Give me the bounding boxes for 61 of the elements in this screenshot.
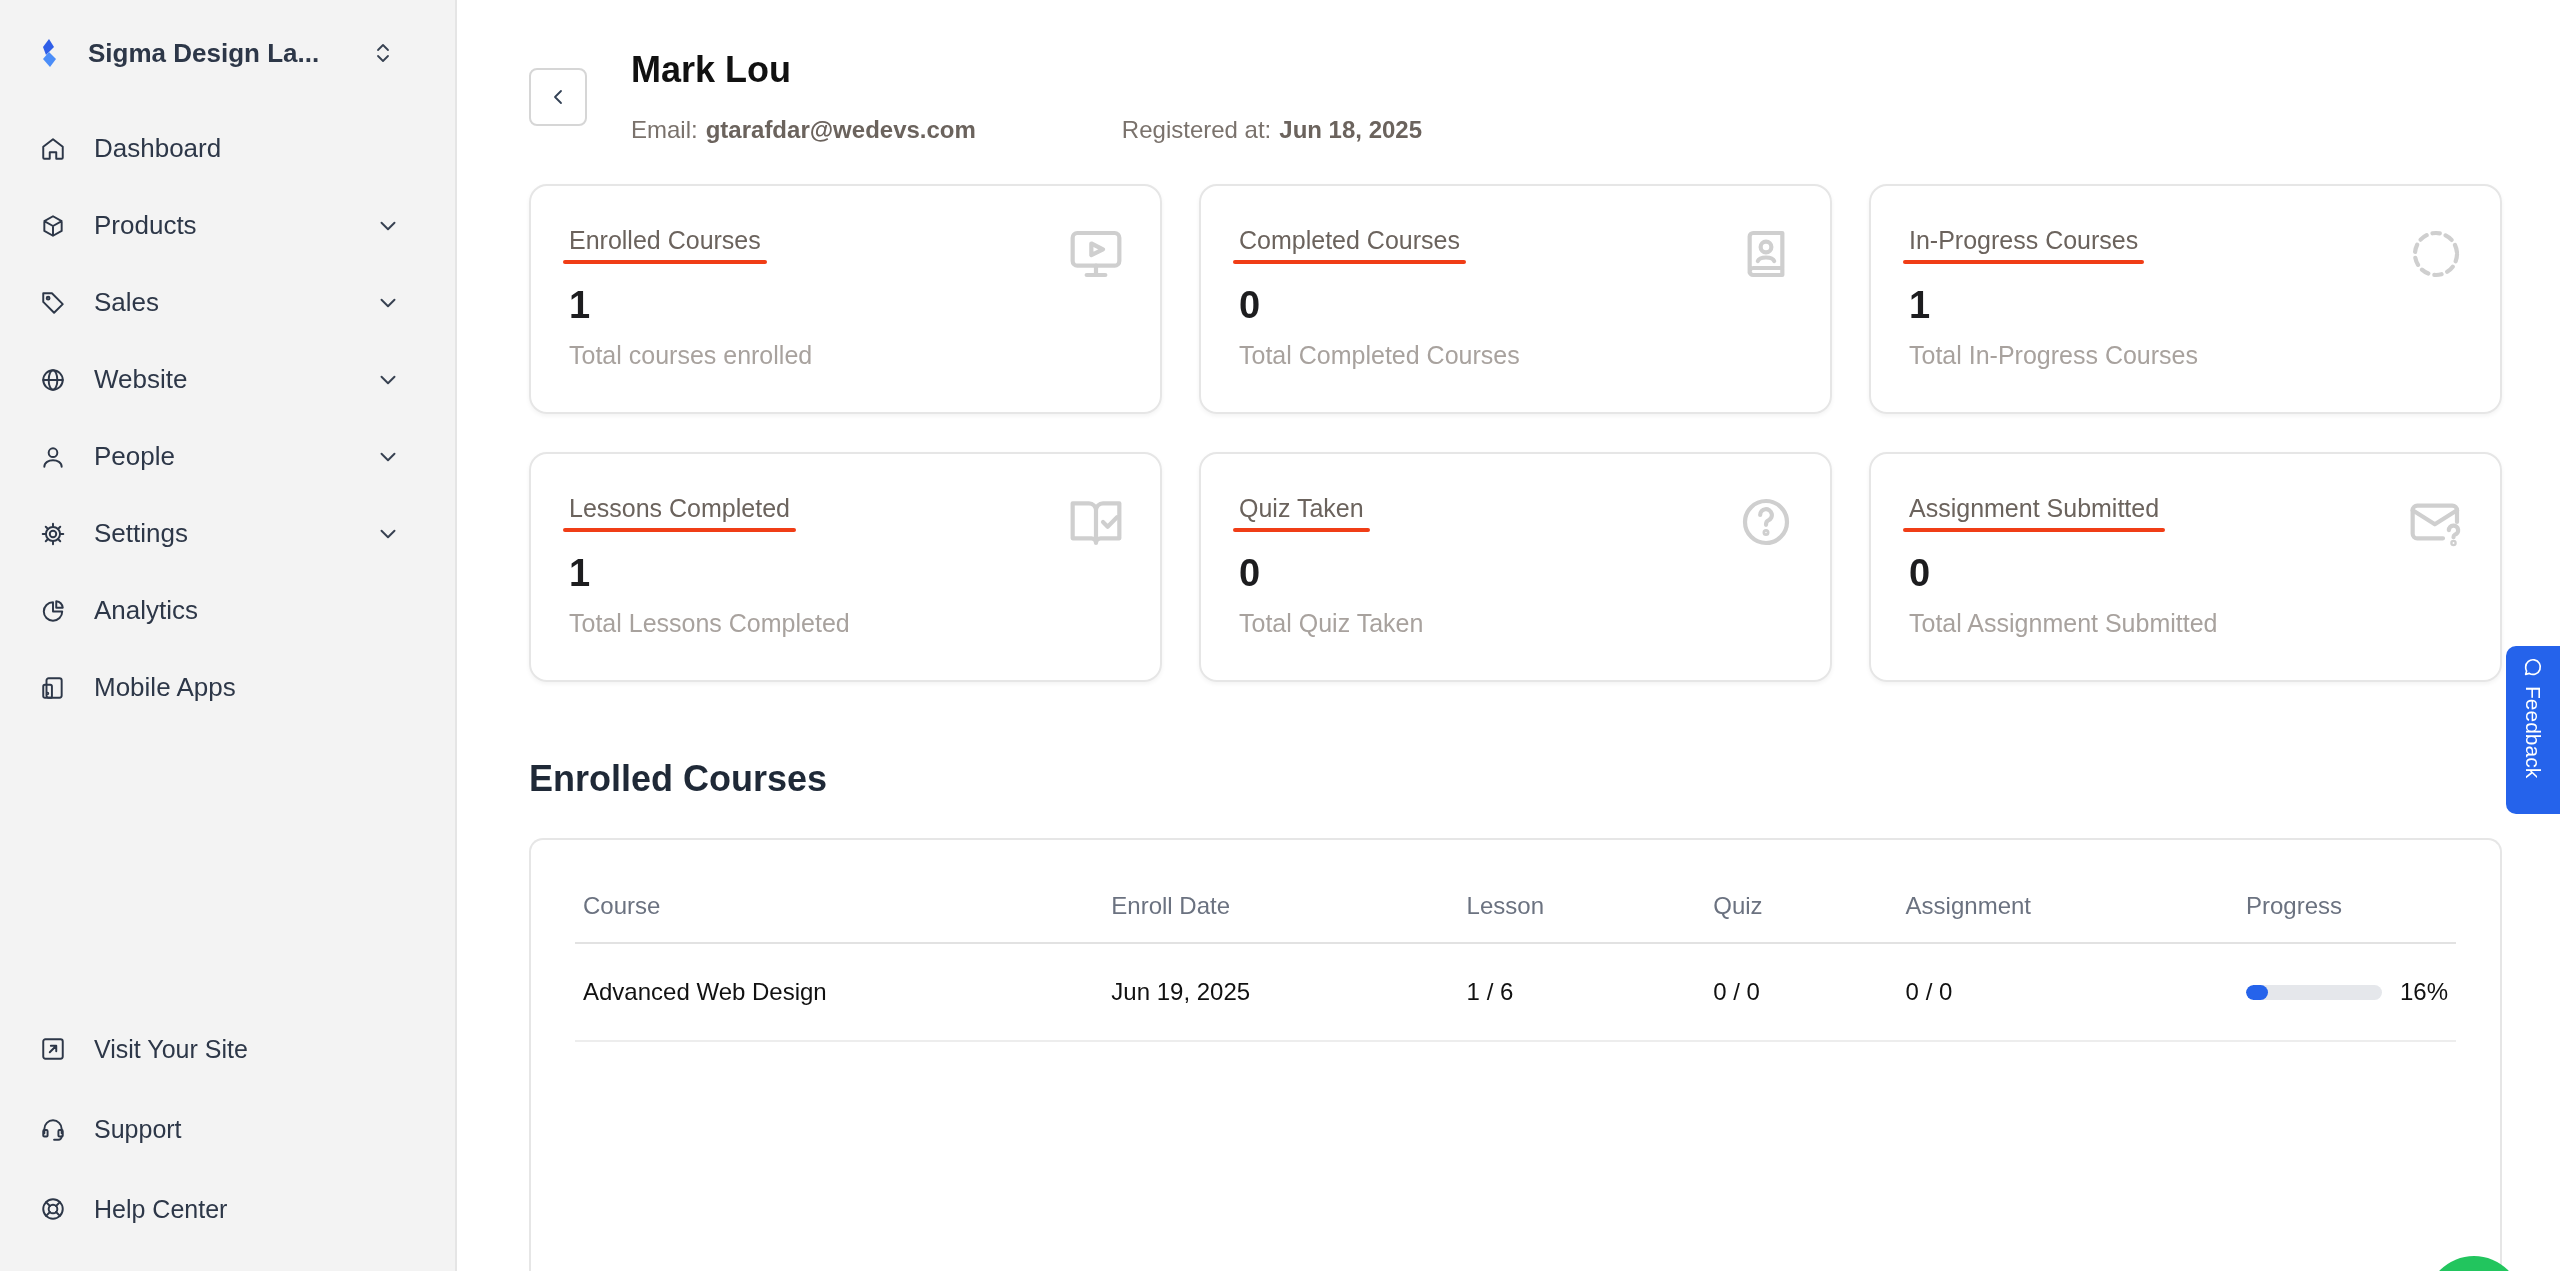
lifebuoy-icon: [40, 1196, 66, 1222]
stat-caption: Total courses enrolled: [569, 341, 813, 370]
sidebar-link[interactable]: Visit Your Site: [40, 1009, 401, 1089]
table-cell: 0 / 0: [1713, 978, 1760, 1005]
user-name: Mark Lou: [631, 48, 792, 92]
workspace-name[interactable]: Sigma Design La...: [88, 37, 320, 69]
column-header: Enroll Date: [1103, 874, 1459, 943]
email-value: gtarafdar@wedevs.com: [705, 116, 976, 144]
table-cell: Jun 19, 2025: [1111, 978, 1251, 1005]
external-link-icon: [40, 1036, 66, 1062]
stat-title: In-Progress Courses: [1909, 226, 2139, 255]
stat-title: Assignment Submitted: [1909, 494, 2160, 523]
table-cell: 1 / 6: [1466, 978, 1514, 1005]
feedback-tab[interactable]: Feedback: [2506, 646, 2560, 814]
pie-chart-icon: [40, 597, 66, 624]
column-header: Assignment: [1897, 874, 2238, 943]
column-header: Progress: [2237, 874, 2456, 943]
sidebar-link[interactable]: Help Center: [40, 1169, 401, 1249]
chat-bubble-icon: [2522, 656, 2544, 678]
headset-icon: [40, 1116, 66, 1142]
home-icon: [40, 135, 66, 162]
sidebar-item[interactable]: Sales: [40, 264, 401, 341]
registered-label: Registered at:: [1121, 116, 1272, 144]
column-header: Quiz: [1705, 874, 1898, 943]
sidebar-item[interactable]: Settings: [40, 495, 401, 572]
devices-icon: [40, 674, 66, 701]
sidebar-link[interactable]: Support: [40, 1089, 401, 1169]
cube-icon: [40, 212, 66, 239]
sidebar-item[interactable]: Products: [40, 187, 401, 264]
sidebar-item[interactable]: Website: [40, 341, 401, 418]
stat-caption: Total Completed Courses: [1239, 341, 1520, 370]
stat-value: 0: [1239, 284, 1262, 327]
stat-value: 1: [569, 284, 592, 327]
stat-caption: Total Quiz Taken: [1239, 609, 1424, 638]
table-cell: 0 / 0: [1905, 978, 1953, 1005]
stat-caption: Total In-Progress Courses: [1909, 341, 2198, 370]
stat-title: Enrolled Courses: [569, 226, 761, 255]
stat-title: Lessons Completed: [569, 494, 790, 523]
sidebar-item[interactable]: Dashboard: [40, 110, 401, 187]
progress-percent: 16%: [2399, 978, 2448, 1006]
settings-icon: [40, 520, 66, 547]
sidebar-item[interactable]: People: [40, 418, 401, 495]
column-header: Course: [575, 874, 1104, 943]
stat-title: Completed Courses: [1239, 226, 1460, 255]
stat-value: 0: [1909, 552, 1932, 595]
email-label: Email:: [631, 116, 698, 144]
stat-value: 1: [1909, 284, 1932, 327]
stat-caption: Total Assignment Submitted: [1909, 609, 2218, 638]
table-cell: Advanced Web Design: [583, 978, 827, 1005]
tag-icon: [40, 289, 66, 316]
back-button[interactable]: [529, 68, 587, 126]
column-header: Lesson: [1458, 874, 1706, 943]
sidebar-item[interactable]: Analytics: [40, 572, 401, 649]
stat-value: 0: [1239, 552, 1262, 595]
stat-value: 1: [569, 552, 592, 595]
sidebar-item[interactable]: Mobile Apps: [40, 649, 401, 726]
section-heading: Enrolled Courses: [529, 758, 829, 800]
stat-title: Quiz Taken: [1239, 494, 1364, 523]
globe-icon: [40, 366, 66, 393]
stat-caption: Total Lessons Completed: [569, 609, 850, 638]
registered-date: Jun 18, 2025: [1279, 116, 1423, 144]
